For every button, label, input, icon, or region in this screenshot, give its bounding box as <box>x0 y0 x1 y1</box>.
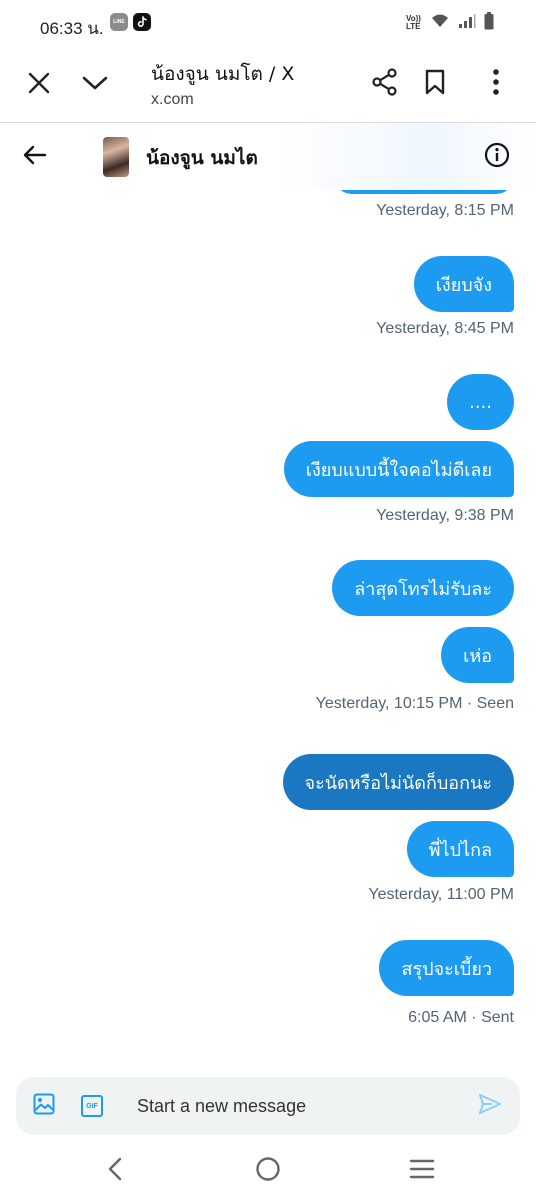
gif-label: GIF <box>86 1102 98 1110</box>
battery-icon <box>484 12 494 34</box>
conversation-header: น้องจูน นมไต <box>0 124 536 190</box>
message-bubble[interactable]: ล่าสุดโทรไม่รับละ <box>332 560 514 616</box>
contact-name[interactable]: น้องจูน นมไต <box>146 143 258 173</box>
message-bubble-selected[interactable]: จะนัดหรือไม่นัดก็บอกนะ <box>282 754 514 810</box>
info-icon <box>484 142 510 172</box>
nav-home-button[interactable] <box>249 1152 287 1190</box>
volte-indicator: Vo)) LTE <box>406 14 421 31</box>
message-bubble[interactable]: สรุปจะเบี้ยว <box>379 940 514 996</box>
message-input[interactable] <box>137 1093 457 1119</box>
avatar[interactable] <box>103 137 129 177</box>
message-status: Yesterday, 10:15 PM · Seen <box>315 695 514 712</box>
more-options-button[interactable] <box>477 65 515 103</box>
message-bubble[interactable]: พี่ไปไกล <box>406 821 514 877</box>
message-status: 6:05 AM · Sent <box>408 1009 514 1026</box>
nav-home-icon <box>255 1156 281 1186</box>
browser-bar: น้องจูน นมโต / X x.com <box>0 46 536 123</box>
minimize-button[interactable] <box>76 66 114 104</box>
message-bubble[interactable]: เงียบแบบนี้ใจคอไม่ดีเลย <box>283 441 514 497</box>
page-title: น้องจูน นมโต / X <box>151 63 295 85</box>
share-button[interactable] <box>366 65 404 103</box>
share-icon <box>371 68 399 100</box>
signal-icon <box>458 13 476 33</box>
status-time: 06:33 น. <box>40 19 104 38</box>
nav-back-button[interactable] <box>96 1152 134 1190</box>
message-timestamp: Yesterday, 8:15 PM <box>376 202 514 219</box>
close-icon <box>28 72 50 98</box>
message-list[interactable]: Yesterday, 8:15 PM เงียบจัง Yesterday, 8… <box>0 160 536 1060</box>
nav-recents-icon <box>409 1158 435 1184</box>
more-vertical-icon <box>492 69 500 99</box>
send-icon <box>478 1093 502 1119</box>
gif-icon: GIF <box>81 1095 103 1117</box>
image-icon <box>33 1093 55 1119</box>
wifi-icon <box>430 13 450 33</box>
nav-recents-button[interactable] <box>403 1152 441 1190</box>
nav-back-icon <box>108 1157 122 1185</box>
send-button[interactable] <box>474 1091 506 1121</box>
message-timestamp: Yesterday, 11:00 PM <box>368 886 514 903</box>
add-image-button[interactable] <box>28 1091 60 1121</box>
message-composer: GIF <box>16 1077 520 1135</box>
close-tab-button[interactable] <box>20 66 58 104</box>
line-app-icon: LINE <box>110 13 128 31</box>
message-timestamp: Yesterday, 9:38 PM <box>376 507 514 524</box>
conversation-info-button[interactable] <box>478 138 516 176</box>
bookmark-icon <box>424 69 446 99</box>
message-bubble[interactable]: .... <box>447 374 514 430</box>
status-indicators: Vo)) LTE <box>406 12 494 34</box>
status-bar: 06:33 น. LINE Vo)) LTE <box>0 0 536 46</box>
page-url[interactable]: x.com <box>151 91 194 109</box>
message-bubble[interactable]: เห่อ <box>441 627 514 683</box>
add-gif-button[interactable]: GIF <box>76 1091 108 1121</box>
chevron-down-icon <box>82 75 108 95</box>
tiktok-app-icon <box>133 13 151 31</box>
system-nav-bar <box>0 1142 536 1200</box>
back-button[interactable] <box>16 138 54 176</box>
message-bubble[interactable]: เงียบจัง <box>413 256 514 312</box>
message-timestamp: Yesterday, 8:45 PM <box>376 320 514 337</box>
bookmark-button[interactable] <box>416 65 454 103</box>
back-arrow-icon <box>23 145 47 169</box>
